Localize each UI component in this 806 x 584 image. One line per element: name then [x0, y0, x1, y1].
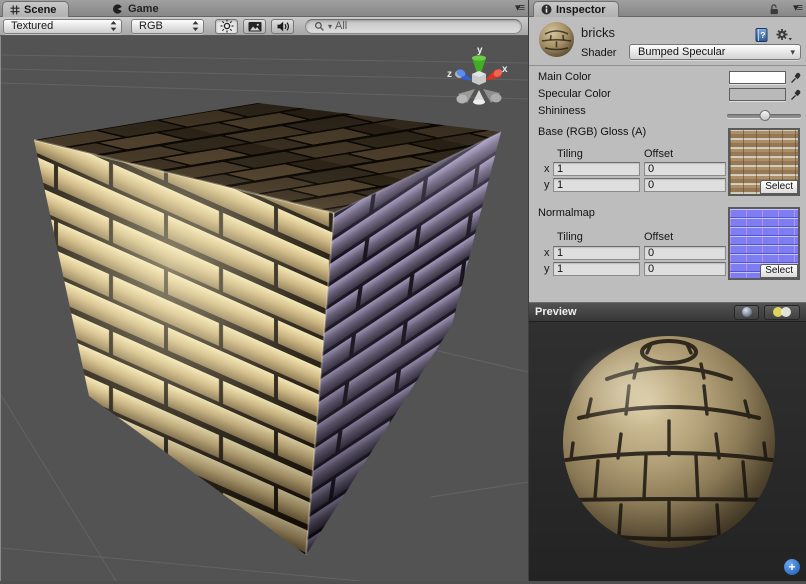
updown-arrows-icon [192, 20, 199, 32]
search-icon [314, 21, 325, 32]
preview-header[interactable]: Preview [529, 302, 806, 322]
orientation-gizmo[interactable]: y z x [447, 45, 508, 105]
inspector-panel: bricks Shader Bumped Specular ▾ ? Main C… [528, 17, 806, 581]
base-offset-x-input[interactable] [644, 162, 726, 176]
preview-lighting-toggle[interactable] [764, 305, 800, 320]
preview-sphere[interactable] [529, 322, 805, 581]
shininess-slider-thumb[interactable] [760, 110, 771, 121]
speaker-icon [276, 20, 290, 33]
help-book-icon[interactable]: ? [754, 27, 769, 43]
gizmo-z-label: z [447, 69, 452, 80]
normal-tiling-x-input[interactable] [553, 246, 640, 260]
scene-panel-menu-icon[interactable]: ▾≡ [515, 1, 523, 14]
normal-offset-y-input[interactable] [644, 262, 726, 276]
base-texture-thumb[interactable]: Select [728, 128, 800, 196]
eyedropper-icon[interactable] [790, 88, 802, 101]
render-mode-value: Textured [11, 20, 110, 32]
shader-label: Shader [581, 47, 616, 59]
specular-color-label: Specular Color [538, 88, 611, 100]
scene-toolbar: Textured RGB [0, 17, 528, 36]
tab-inspector[interactable]: Inspector [533, 1, 619, 17]
normal-tiling-header: Tiling [557, 231, 583, 243]
tab-scene-label: Scene [24, 4, 56, 16]
preview-area[interactable]: + [529, 322, 806, 581]
scene-effects-toggle[interactable] [243, 19, 266, 34]
material-sphere-icon [539, 22, 574, 57]
normal-texture-thumb[interactable]: Select [728, 207, 800, 280]
gizmo-x-label: x [502, 64, 508, 75]
shininess-label: Shininess [538, 105, 586, 117]
base-tiling-header: Tiling [557, 148, 583, 160]
normal-tiling-y-input[interactable] [553, 262, 640, 276]
shader-value: Bumped Specular [638, 46, 790, 58]
scene-3d-view[interactable]: y z x [1, 36, 528, 581]
inspector-panel-menu-icon[interactable]: ▾≡ [793, 1, 801, 14]
main-color-label: Main Color [538, 71, 591, 83]
scene-audio-toggle[interactable] [271, 19, 294, 34]
shader-dropdown[interactable]: Bumped Specular ▾ [629, 44, 801, 60]
sphere-icon [741, 306, 753, 318]
tab-inspector-label: Inspector [556, 4, 606, 16]
base-tiling-y-input[interactable] [553, 178, 640, 192]
search-filter-arrow-icon[interactable]: ▾ [328, 22, 332, 31]
eyedropper-icon[interactable] [790, 71, 802, 84]
game-icon [112, 3, 124, 15]
lock-icon[interactable] [768, 3, 780, 15]
search-filter-label: All [335, 20, 347, 32]
normal-offset-x-input[interactable] [644, 246, 726, 260]
brick-cube[interactable] [34, 103, 501, 555]
render-mode-dropdown[interactable]: Textured [3, 19, 122, 34]
channel-value: RGB [139, 20, 192, 32]
inspector-tabbar: Inspector ▾≡ [528, 0, 806, 17]
preview-mesh-button[interactable] [734, 305, 759, 320]
scene-grid-icon [10, 5, 20, 15]
tab-scene[interactable]: Scene [2, 1, 69, 17]
scene-lighting-toggle[interactable] [215, 19, 238, 34]
lights-icon [769, 306, 795, 318]
material-header: bricks Shader Bumped Specular ▾ ? [529, 17, 806, 66]
gear-icon[interactable] [775, 27, 793, 43]
base-offset-y-input[interactable] [644, 178, 726, 192]
specular-color-swatch[interactable] [729, 88, 786, 101]
tab-game[interactable]: Game [104, 1, 167, 16]
tab-game-label: Game [128, 3, 159, 15]
scene-search-input[interactable]: ▾ All [305, 19, 522, 34]
material-preview-thumb [539, 22, 574, 57]
base-texture-select-button[interactable]: Select [760, 180, 798, 194]
main-color-swatch[interactable] [729, 71, 786, 84]
material-name: bricks [581, 25, 615, 40]
svg-text:?: ? [760, 30, 765, 40]
normal-x-label: x [544, 247, 550, 259]
dropdown-arrow-icon: ▾ [790, 47, 795, 58]
gizmo-y-label: y [477, 45, 483, 56]
shininess-slider[interactable] [727, 114, 801, 118]
scene-tabbar: Scene Game ▾≡ [0, 0, 528, 17]
normal-y-label: y [544, 263, 550, 275]
normal-map-label: Normalmap [538, 207, 595, 219]
base-map-label: Base (RGB) Gloss (A) [538, 126, 646, 138]
sun-icon [220, 19, 234, 33]
scene-viewport[interactable]: y z x [0, 36, 528, 581]
normal-texture-select-button[interactable]: Select [760, 264, 798, 278]
channel-dropdown[interactable]: RGB [131, 19, 204, 34]
info-icon [541, 4, 552, 15]
base-x-label: x [544, 163, 550, 175]
updown-arrows-icon [110, 20, 117, 32]
preview-add-button[interactable]: + [784, 559, 800, 575]
normal-offset-header: Offset [644, 231, 673, 243]
preview-title: Preview [535, 306, 729, 318]
base-offset-header: Offset [644, 148, 673, 160]
image-icon [247, 20, 263, 33]
base-tiling-x-input[interactable] [553, 162, 640, 176]
base-y-label: y [544, 179, 550, 191]
